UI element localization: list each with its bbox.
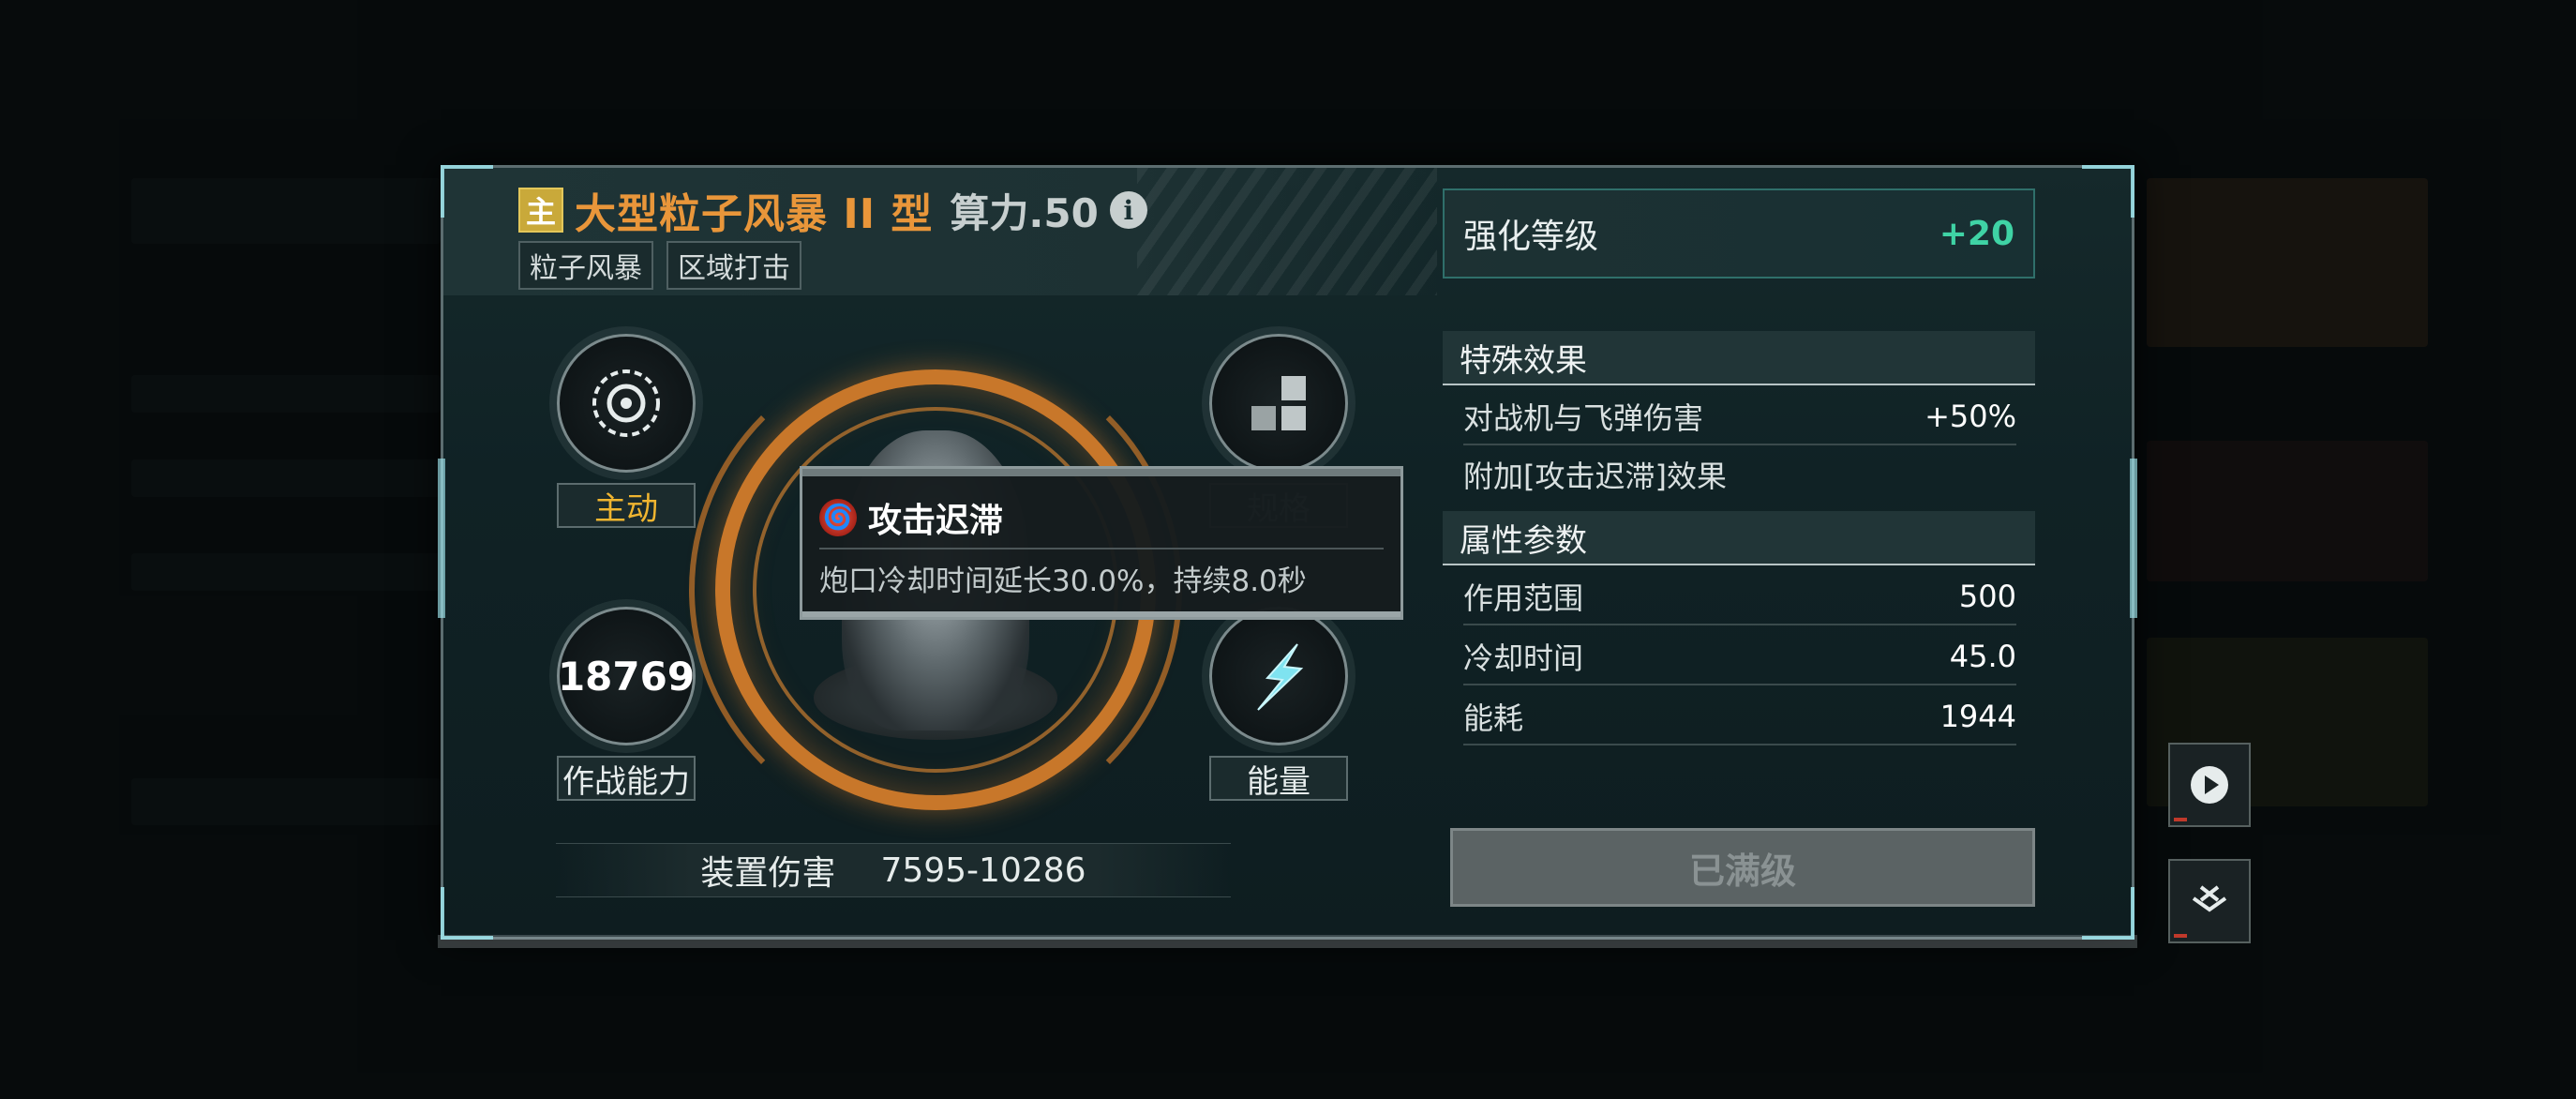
device-damage-value: 7595-10286 [880, 851, 1086, 890]
spec-circle[interactable] [1209, 334, 1348, 473]
energy-label: 能量 [1209, 756, 1348, 801]
max-level-button[interactable]: 已满级 [1450, 828, 2035, 907]
frame-corner [2082, 165, 2134, 218]
special-effect-label: 附加[攻击迟滞]效果 [1463, 459, 1727, 494]
weapon-tag: 粒子风暴 [518, 241, 653, 290]
blocks-icon [1251, 376, 1306, 430]
enhance-level-value: +20 [1939, 214, 2014, 253]
special-effect-label: 对战机与飞弹伤害 [1463, 400, 1704, 436]
weapon-power: 算力.50 [950, 189, 1099, 236]
attribute-row: 可用次数 4 [1443, 747, 2035, 762]
frame-side-bar [438, 459, 445, 618]
spiral-debuff-icon: 🌀 [819, 499, 857, 536]
combat-power-value: 18769 [557, 653, 696, 700]
weapon-title: 主 大型粒子风暴 II 型 算力.50 i [518, 177, 1147, 243]
frame-corner [441, 165, 493, 218]
slot-badge: 主 [518, 188, 563, 233]
attribute-value: 4 [1998, 759, 2016, 762]
header-stripes [1137, 168, 1437, 295]
active-skill-label: 主动 [557, 483, 696, 528]
device-damage-bar: 装置伤害 7595-10286 [556, 843, 1231, 897]
special-effects-header: 特殊效果 [1443, 331, 2035, 385]
active-skill-circle[interactable] [557, 334, 696, 473]
frame-corner [2082, 887, 2134, 940]
chevron-collapse-icon [2192, 885, 2227, 912]
frame-corner [441, 887, 493, 940]
particle-burst-icon [592, 369, 660, 437]
attributes-header: 属性参数 [1443, 511, 2035, 565]
tooltip-divider [819, 548, 1384, 550]
enhance-level-box: 强化等级 +20 [1443, 188, 2035, 279]
attribute-scroll-clip[interactable]: 可用次数 4 [1443, 717, 2035, 762]
weapon-tag: 区域打击 [666, 241, 801, 290]
special-effect-value: +50% [1925, 399, 2016, 434]
play-icon [2191, 766, 2228, 804]
lightning-icon [1257, 643, 1304, 711]
tooltip-title: 攻击迟滞 [868, 502, 1004, 540]
special-effect-row: 附加[攻击迟滞]效果 [1443, 445, 2035, 504]
energy-circle[interactable] [1209, 607, 1348, 745]
attribute-row: 作用范围 500 [1443, 567, 2035, 625]
attribute-row: 冷却时间 45.0 [1443, 627, 2035, 685]
weapon-name: 大型粒子风暴 II 型 [575, 190, 934, 238]
attribute-label: 可用次数 [1463, 755, 1583, 762]
tooltip-description: 炮口冷却时间延长30.0%，持续8.0秒 [819, 565, 1307, 598]
combat-power-label: 作战能力 [557, 756, 696, 801]
max-level-label: 已满级 [1688, 850, 1796, 892]
side-play-button[interactable] [2168, 743, 2251, 827]
weapon-tags: 粒子风暴 区域打击 [518, 241, 801, 290]
effect-tooltip: 🌀 攻击迟滞 炮口冷却时间延长30.0%，持续8.0秒 [800, 466, 1403, 620]
attribute-value: 45.0 [1949, 639, 2016, 674]
enhance-level-label: 强化等级 [1463, 218, 1599, 256]
attribute-label: 作用范围 [1463, 580, 1584, 616]
info-icon[interactable]: i [1109, 191, 1147, 229]
attribute-label: 冷却时间 [1463, 640, 1584, 676]
special-effect-row: 对战机与飞弹伤害 +50% [1443, 387, 2035, 445]
combat-power-circle: 18769 [557, 607, 696, 745]
attribute-value: 500 [1958, 579, 2016, 614]
frame-side-bar [2130, 459, 2137, 618]
device-damage-label: 装置伤害 [700, 854, 836, 893]
tooltip-header: 🌀 攻击迟滞 [819, 493, 1003, 542]
weapon-detail-modal: 主 大型粒子风暴 II 型 算力.50 i 粒子风暴 区域打击 主动 规格 18… [438, 165, 2137, 948]
side-collapse-button[interactable] [2168, 859, 2251, 943]
